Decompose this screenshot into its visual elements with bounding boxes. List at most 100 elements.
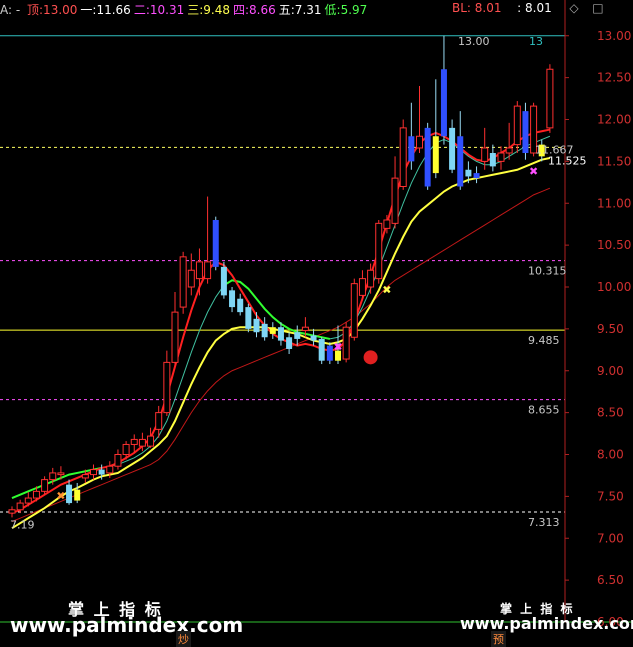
candle-body [122, 443, 130, 456]
candle-body [449, 127, 456, 170]
candle-body [204, 261, 212, 280]
candle-body [16, 502, 24, 511]
candle-body [342, 326, 350, 360]
candle-body [8, 509, 16, 514]
candle-body [195, 261, 203, 280]
y-tick-label: 12.00 [597, 113, 631, 127]
candle-body [49, 472, 57, 481]
candle-body [114, 454, 122, 467]
bl-label: BL: 8.01 [452, 1, 502, 15]
header-level-5: 五:7.31 [278, 3, 322, 17]
candle-body [294, 332, 301, 339]
level-header: A: - 顶:13.00 一:11.66 二:10.31 三:9.48 四:8.66 五:… [0, 1, 373, 18]
candle-body [310, 335, 317, 341]
watermark-url: www.palmindex.com [10, 613, 244, 637]
candle-body [286, 337, 293, 349]
y-tick-label: 10.00 [597, 280, 631, 294]
candle-body [457, 136, 464, 187]
candle-body [261, 323, 268, 338]
header-level-4: 四:8.66 [233, 3, 276, 17]
candle-body [220, 266, 227, 296]
candle-body [212, 220, 219, 267]
price-annotation: 13 [529, 35, 543, 48]
candle-body [301, 326, 309, 332]
candle-body [74, 489, 81, 501]
candle-body [383, 219, 391, 229]
y-tick-label: 11.50 [597, 154, 631, 168]
y-tick-label: 11.00 [597, 196, 631, 210]
candle-body [155, 412, 163, 430]
candle-body [147, 435, 155, 447]
candle-body [489, 153, 496, 167]
header-level-1: 一:11.66 [80, 3, 131, 17]
level-label: 8.655 [528, 404, 560, 417]
y-tick-label: 12.50 [597, 71, 631, 85]
header-right: BL: 8.01 : 8.01 ◇ □ [452, 1, 604, 15]
right-value: : 8.01 [517, 1, 552, 15]
candle-body [505, 147, 513, 154]
signal-x-mark: ✖ [529, 165, 538, 178]
header-level-2: 二:10.31 [133, 3, 185, 17]
candle-body [57, 472, 65, 476]
candle-body [465, 169, 472, 177]
candle-body [432, 136, 439, 174]
candle-body [245, 307, 252, 329]
candle-body [416, 135, 423, 149]
candle-body [513, 105, 521, 146]
candle-body [269, 327, 276, 334]
signal-x-mark: ✖ [333, 341, 342, 354]
level-label: 10.315 [528, 265, 567, 278]
signal-x-mark: ✖ [56, 490, 65, 503]
candlestick-chart: ✖ ✖ ✖ ✖ 13.00 12.50 12.00 11.50 11.00 10.50 10.00… [0, 0, 633, 645]
candle-body [187, 269, 195, 288]
candle-body [81, 474, 89, 479]
candle-body [66, 484, 73, 504]
y-tick-label: 9.50 [597, 322, 624, 336]
header-level-6: 低:5.97 [324, 3, 368, 17]
candle-body [440, 69, 447, 137]
candle-body [253, 318, 260, 333]
signal-x-mark: ✖ [382, 284, 391, 297]
candle-body [229, 290, 236, 308]
candle-body [367, 269, 375, 288]
y-tick-label: 7.00 [597, 531, 624, 545]
candle-body [497, 152, 505, 162]
candle-body [163, 361, 171, 414]
candle-body [41, 479, 49, 492]
candle-body [90, 469, 97, 476]
candle-body [473, 173, 480, 179]
box-icon[interactable]: □ [592, 1, 603, 15]
candle-body [350, 283, 358, 338]
candle-body [171, 311, 179, 363]
candle-body [546, 68, 554, 129]
candle-body [481, 147, 489, 162]
header-level-3: 三:9.48 [187, 3, 230, 17]
level-label: 7.313 [528, 516, 560, 529]
candle-body [138, 438, 146, 447]
y-tick-label: 7.50 [597, 489, 624, 503]
candle-body [358, 278, 366, 296]
candle-body [399, 127, 407, 187]
candle-body [375, 222, 383, 280]
y-tick-label: 6.50 [597, 573, 624, 587]
header-prefix: A: - [0, 3, 21, 17]
y-tick-label: 13.00 [597, 29, 631, 43]
y-tick-label: 9.00 [597, 364, 624, 378]
level-label: 11.667 [535, 143, 574, 156]
candle-body [277, 327, 284, 341]
price-annotation: 7.19 [10, 518, 35, 531]
candle-body [424, 127, 431, 187]
price-annotation: 13.00 [458, 35, 490, 48]
candle-body [24, 497, 32, 504]
buy-signal-icon [363, 350, 378, 365]
y-tick-label: 8.00 [597, 448, 624, 462]
candle-body [391, 177, 399, 224]
candle-body [408, 136, 415, 162]
candle-body [318, 338, 325, 361]
y-tick-label: 8.50 [597, 406, 624, 420]
header-level-0: 顶:13.00 [27, 3, 78, 17]
candle-body [32, 490, 40, 499]
y-tick-label: 10.50 [597, 238, 631, 252]
diamond-icon[interactable]: ◇ [569, 1, 578, 15]
candle-body [326, 345, 333, 361]
